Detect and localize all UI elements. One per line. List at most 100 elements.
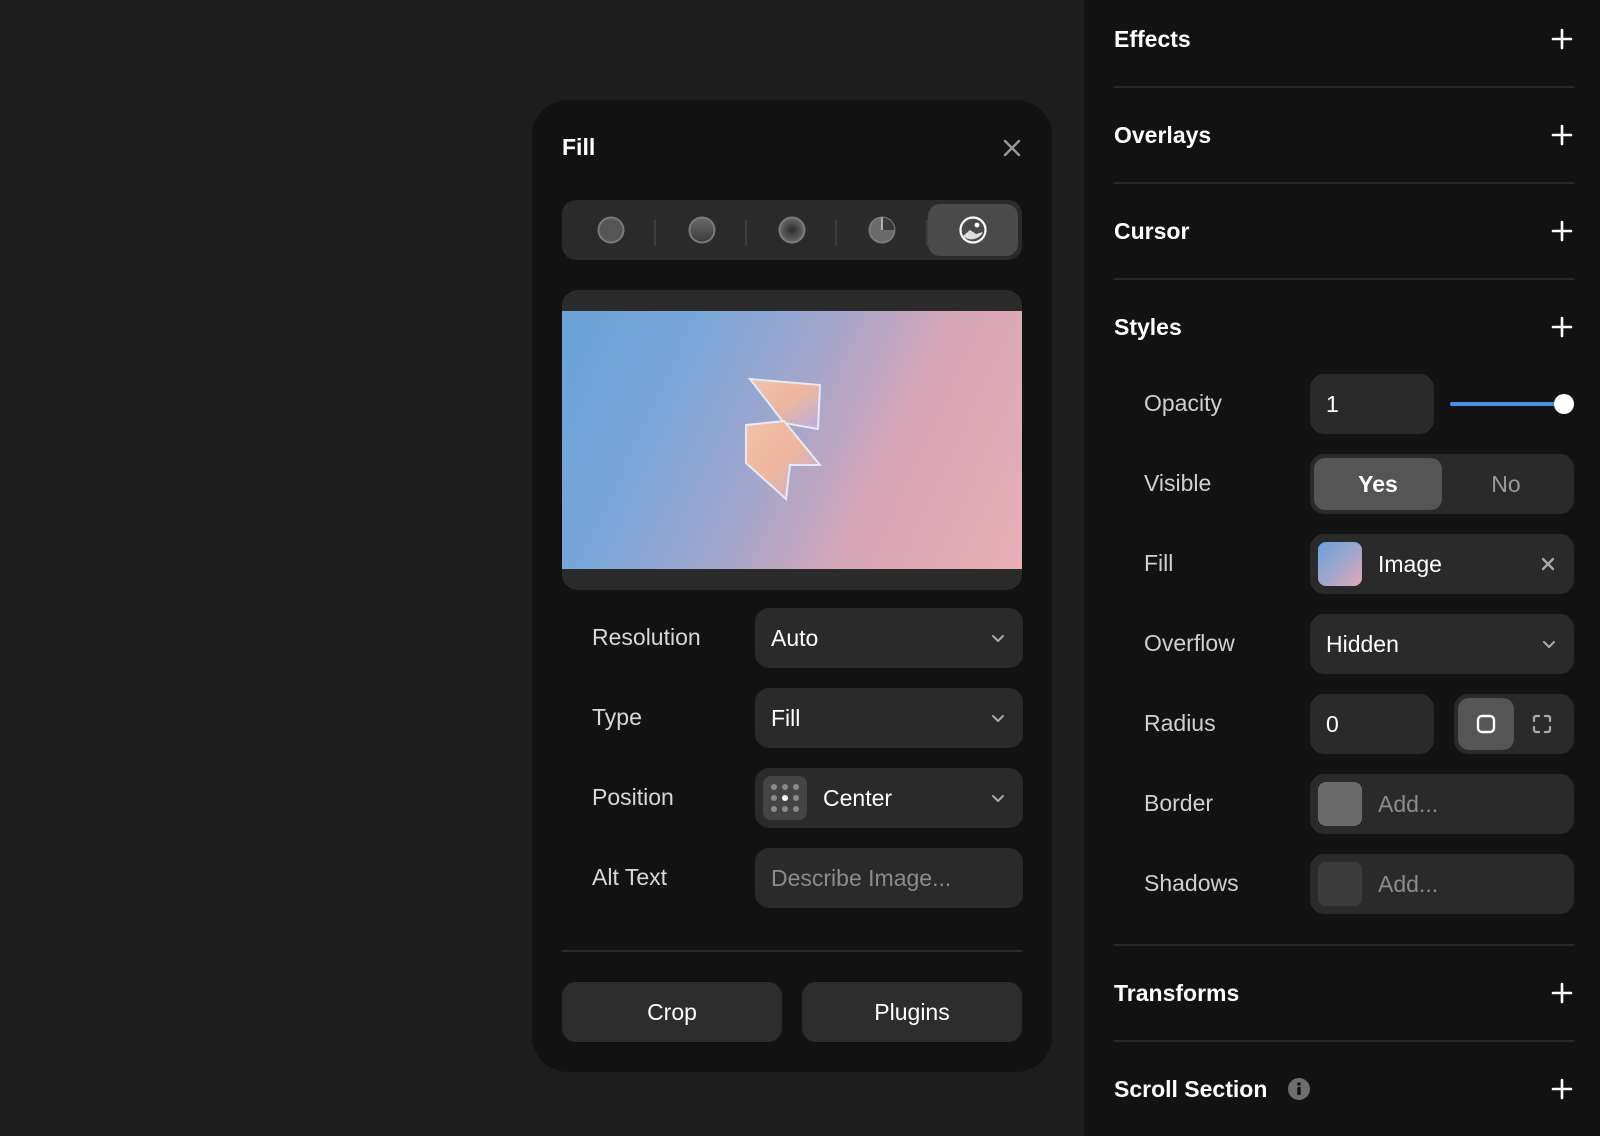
conic-gradient-icon [868,216,896,244]
divider [1114,182,1574,184]
image-preview[interactable] [562,290,1022,590]
visible-no-option[interactable]: No [1442,458,1570,510]
uniform-radius-icon [1476,714,1496,734]
radius-individual-option[interactable] [1514,698,1570,750]
overflow-dropdown[interactable]: Hidden [1310,614,1574,674]
add-overlay-button[interactable] [1550,123,1574,147]
border-row: Border Add... [1114,774,1574,834]
resolution-dropdown[interactable]: Auto [755,608,1023,668]
opacity-slider[interactable] [1450,392,1574,416]
section-title: Scroll Section [1114,1075,1268,1102]
chevron-down-icon [989,629,1007,647]
plus-icon [1551,316,1573,338]
radius-input[interactable]: 0 [1310,694,1434,754]
shadows-swatch [1318,862,1362,906]
fill-type-solid[interactable] [566,204,657,256]
fill-type-image[interactable] [927,204,1019,256]
section-title: Overlays [1114,121,1212,148]
position-dropdown[interactable]: Center [755,768,1023,828]
shadows-placeholder: Add... [1378,870,1439,897]
fill-image-thumbnail [1318,542,1362,586]
type-value: Fill [771,704,801,731]
individual-corners-icon [1532,714,1552,734]
overflow-row: Overflow Hidden [1114,614,1574,674]
border-swatch [1318,782,1362,826]
add-cursor-button[interactable] [1550,219,1574,243]
remove-fill-button[interactable] [1538,554,1558,574]
resolution-label: Resolution [592,624,701,650]
divider [1114,278,1574,280]
opacity-label: Opacity [1144,390,1222,416]
crop-button[interactable]: Crop [562,982,782,1042]
type-row: Type Fill [562,688,1023,748]
border-add-control[interactable]: Add... [1310,774,1574,834]
properties-panel: Effects Overlays Cursor Styles Opacity 1… [1084,0,1600,1136]
type-dropdown[interactable]: Fill [755,688,1023,748]
visible-toggle: Yes No [1310,454,1574,514]
fill-row: Fill Image [1114,534,1574,594]
divider [562,950,1022,952]
section-effects[interactable]: Effects [1114,19,1574,59]
slider-track [1450,402,1564,406]
divider [1114,944,1574,946]
radius-value: 0 [1326,710,1339,737]
close-button[interactable] [1000,136,1024,160]
section-overlays[interactable]: Overlays [1114,115,1574,155]
visible-row: Visible Yes No [1114,454,1574,514]
position-value: Center [823,784,893,811]
add-transform-button[interactable] [1550,981,1574,1005]
resolution-row: Resolution Auto [562,608,1023,668]
glass-logo-graphic [745,377,823,502]
resolution-value: Auto [771,624,819,651]
plus-icon [1551,124,1573,146]
close-icon [1003,139,1021,157]
fill-popover: Fill Resolution Auto Type Fill Position … [532,100,1052,1072]
visible-yes-option[interactable]: Yes [1314,458,1442,510]
border-placeholder: Add... [1378,790,1439,817]
add-style-button[interactable] [1550,315,1574,339]
add-effect-button[interactable] [1550,27,1574,51]
chevron-down-icon [1540,635,1558,653]
section-title: Effects [1114,25,1191,52]
opacity-row: Opacity 1 [1114,374,1574,434]
info-icon[interactable] [1287,1077,1311,1101]
fill-type-linear[interactable] [656,204,748,256]
plus-icon [1551,220,1573,242]
opacity-value: 1 [1326,390,1339,417]
linear-gradient-icon [688,216,716,244]
radius-uniform-option[interactable] [1458,698,1514,750]
section-styles[interactable]: Styles [1114,307,1574,347]
section-title: Cursor [1114,217,1190,244]
plugins-button[interactable]: Plugins [802,982,1022,1042]
alt-text-label: Alt Text [592,864,667,890]
radius-mode-toggle [1454,694,1574,754]
add-scroll-section-button[interactable] [1550,1077,1574,1101]
alt-text-input[interactable] [771,864,1011,892]
plus-icon [1551,1078,1573,1100]
fill-type-selector [562,200,1022,260]
alt-text-field-wrap [755,848,1023,908]
divider [1114,1040,1574,1042]
opacity-input[interactable]: 1 [1310,374,1434,434]
section-scroll-section[interactable]: Scroll Section [1114,1069,1574,1109]
overflow-value: Hidden [1326,630,1399,657]
overflow-label: Overflow [1144,630,1235,656]
radial-gradient-icon [778,216,806,244]
fill-type-conic[interactable] [837,204,929,256]
fill-control[interactable]: Image [1310,534,1574,594]
shadows-row: Shadows Add... [1114,854,1574,914]
shadows-label: Shadows [1144,870,1239,896]
slider-thumb[interactable] [1554,394,1574,414]
chevron-down-icon [989,709,1007,727]
shadows-add-control[interactable]: Add... [1310,854,1574,914]
radius-row: Radius 0 [1114,694,1574,754]
section-transforms[interactable]: Transforms [1114,973,1574,1013]
position-label: Position [592,784,674,810]
close-icon [1541,557,1555,571]
divider [1114,86,1574,88]
solid-color-icon [597,216,625,244]
popover-title: Fill [562,134,596,160]
fill-type-radial[interactable] [747,204,838,256]
section-cursor[interactable]: Cursor [1114,211,1574,251]
section-title: Styles [1114,313,1182,340]
